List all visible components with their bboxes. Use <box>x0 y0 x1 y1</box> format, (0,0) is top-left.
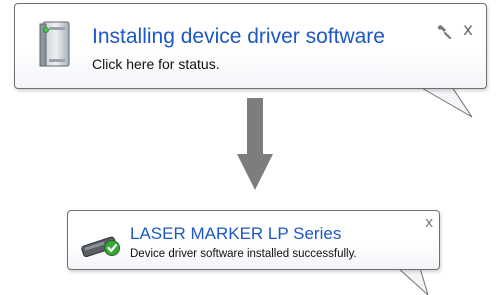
success-message: Device driver software installed success… <box>130 248 357 260</box>
device-tower-icon <box>37 19 77 76</box>
usb-device-icon <box>80 235 124 262</box>
screenshot-stage: Installing device driver software Click … <box>0 0 499 295</box>
close-icon[interactable]: x <box>463 20 473 40</box>
close-icon[interactable]: x <box>425 215 433 231</box>
balloon-tail <box>396 267 429 295</box>
balloon-tail <box>418 86 473 118</box>
installing-status-link[interactable]: Click here for status. <box>92 56 220 72</box>
success-notification-balloon[interactable]: LASER MARKER LP Series Device driver sof… <box>67 210 440 270</box>
installing-title: Installing device driver software <box>92 25 385 48</box>
device-name-title: LASER MARKER LP Series <box>130 224 342 243</box>
down-arrow-icon <box>237 98 273 190</box>
green-check-icon <box>104 240 120 256</box>
wrench-icon[interactable] <box>437 25 453 44</box>
installing-notification-balloon[interactable]: Installing device driver software Click … <box>14 3 487 89</box>
